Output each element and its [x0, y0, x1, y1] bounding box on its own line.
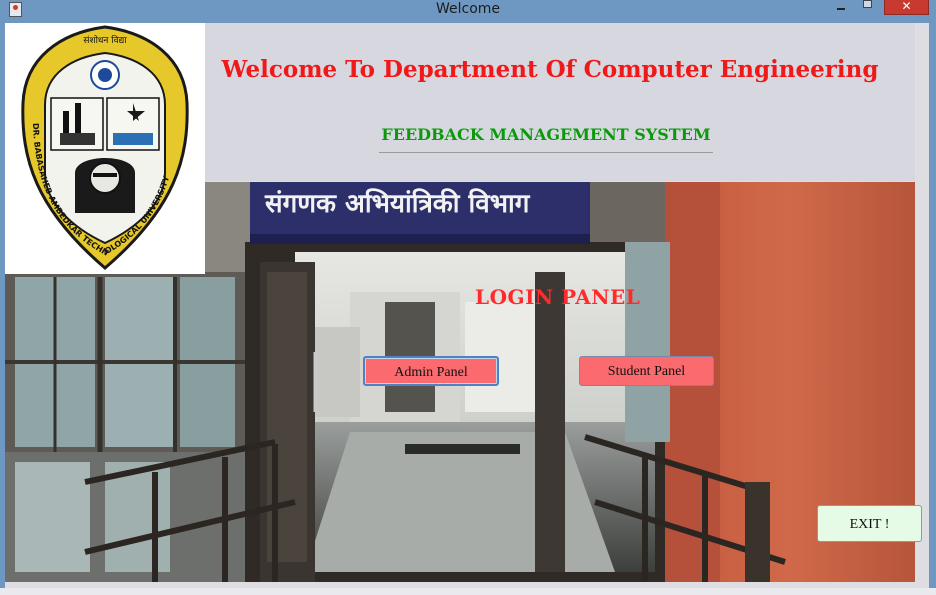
window-title: Welcome [435, 1, 501, 17]
app-window: Welcome ✕ Welcome To Department Of Compu… [0, 0, 936, 595]
title-bar[interactable]: Welcome ✕ [0, 0, 936, 20]
admin-panel-button[interactable]: Admin Panel [363, 356, 499, 386]
page-title: Welcome To Department Of Computer Engine… [221, 56, 879, 83]
taskbar-edge [0, 588, 936, 595]
login-panel-title: LOGIN PANEL [475, 285, 641, 309]
close-icon[interactable]: ✕ [884, 0, 929, 15]
content-pane: Welcome To Department Of Computer Engine… [5, 23, 929, 588]
maximize-icon[interactable] [861, 0, 873, 12]
university-logo-panel: संशोधन विद्या DR. BABASAHEB AMBEDKAR TEC… [5, 23, 205, 274]
minimize-icon[interactable] [834, 0, 848, 12]
signboard-text: संगणक अभियांत्रिकी विभाग [264, 188, 531, 219]
student-panel-button[interactable]: Student Panel [579, 356, 714, 386]
logo-top-text: संशोधन विद्या [83, 34, 127, 46]
system-subtitle: FEEDBACK MANAGEMENT SYSTEM [379, 125, 713, 153]
university-logo: संशोधन विद्या DR. BABASAHEB AMBEDKAR TEC… [21, 25, 189, 270]
header-panel [205, 23, 915, 181]
exit-button[interactable]: EXIT ! [817, 505, 922, 542]
